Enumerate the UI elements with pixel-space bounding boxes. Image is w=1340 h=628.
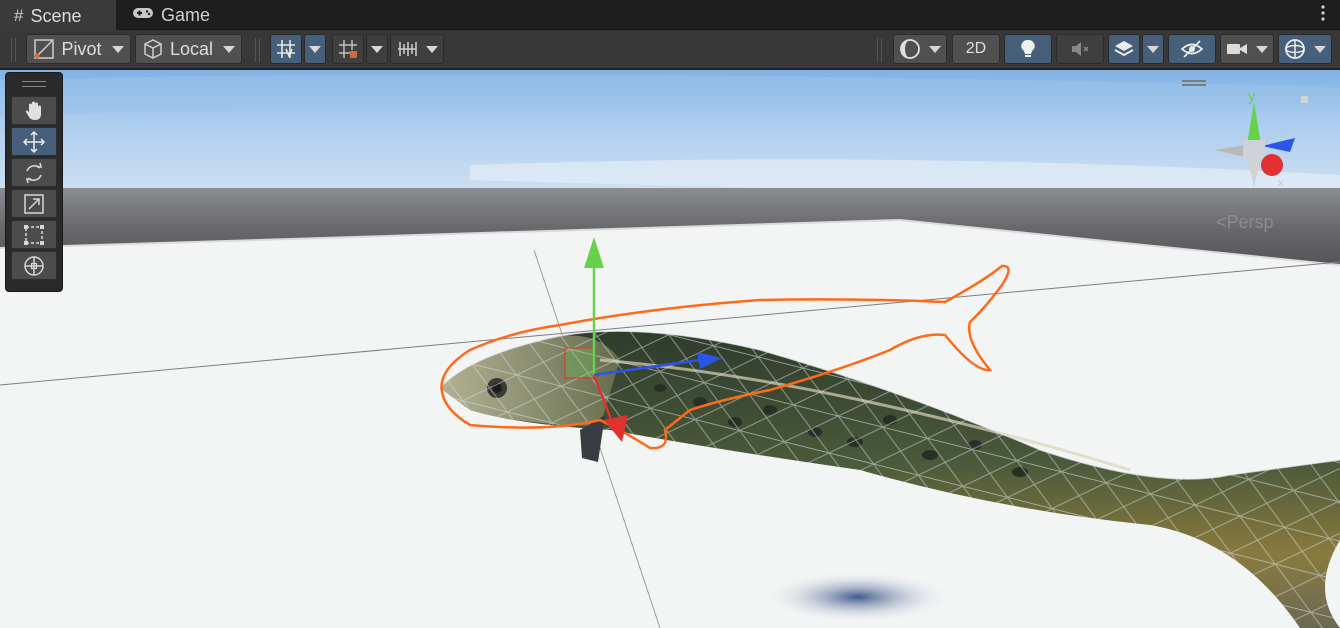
mode-2d-label: 2D — [965, 40, 987, 57]
chevron-down-icon — [426, 45, 438, 53]
chevron-down-icon — [111, 45, 124, 53]
tab-scene-label: Scene — [30, 5, 82, 26]
grid-hash-icon: # — [14, 6, 24, 25]
tab-game[interactable]: Game — [128, 0, 238, 30]
gizmo-axis-x-label: x — [1278, 177, 1284, 189]
tab-more-menu-icon[interactable] — [1320, 5, 1326, 21]
scene-render[interactable]: y x — [0, 70, 1340, 628]
effects-dropdown[interactable] — [1142, 34, 1164, 64]
gizmo-drag-handle[interactable] — [1182, 80, 1206, 86]
effects-toggle[interactable] — [1108, 34, 1140, 64]
chevron-down-icon — [1314, 45, 1326, 53]
grid-snapping-toggle[interactable] — [270, 34, 302, 64]
cube-local-icon — [144, 39, 162, 59]
audio-toggle[interactable] — [1056, 34, 1104, 64]
toolbar-grip[interactable] — [255, 38, 260, 62]
hand-icon — [25, 101, 41, 120]
hand-tool[interactable] — [11, 96, 57, 125]
camera-icon — [1227, 44, 1247, 54]
local-dropdown[interactable]: Local — [135, 34, 242, 64]
scene-viewport[interactable]: y x <Persp — [0, 70, 1340, 628]
increment-snap-icon — [339, 40, 357, 58]
gizmos-dropdown[interactable] — [1278, 34, 1332, 64]
scale-tool[interactable] — [11, 189, 57, 218]
tab-scene[interactable]: # Scene — [0, 0, 116, 30]
projection-toggle[interactable]: <Persp — [1216, 212, 1274, 233]
chevron-down-icon — [1256, 45, 1268, 53]
move-tool[interactable] — [11, 127, 57, 156]
rect-transform-icon — [24, 224, 44, 245]
toolbar-grip[interactable] — [11, 38, 16, 62]
gizmo-sphere-icon — [1285, 39, 1305, 59]
mode-2d-toggle[interactable]: 2D — [952, 34, 1000, 64]
gizmo-axis-y-label: y — [1248, 88, 1255, 104]
increment-snap-dropdown[interactable] — [366, 34, 388, 64]
increment-snap-toggle[interactable] — [332, 34, 364, 64]
tool-palette — [5, 72, 63, 292]
chevron-down-icon — [371, 45, 383, 53]
speaker-muted-icon — [1072, 42, 1089, 56]
scene-toolbar: Pivot Local 2D — [0, 30, 1340, 69]
camera-settings-dropdown[interactable] — [1220, 34, 1274, 64]
chevron-left-icon: < — [1216, 212, 1227, 232]
pivot-icon — [34, 39, 55, 59]
rotate-icon — [25, 162, 43, 183]
lightbulb-icon — [1021, 39, 1035, 57]
move-arrows-icon — [22, 130, 46, 153]
palette-drag-handle[interactable] — [22, 81, 46, 87]
chevron-down-icon — [1147, 45, 1159, 53]
grid-snapping-dropdown[interactable] — [304, 34, 326, 64]
draw-mode-dropdown[interactable] — [893, 34, 947, 64]
lock-icon[interactable] — [1301, 96, 1308, 103]
layers-effects-icon — [1114, 41, 1134, 57]
chevron-down-icon — [223, 45, 236, 53]
toolbar-grip[interactable] — [877, 38, 882, 62]
transform-icon — [24, 255, 44, 276]
grid-visibility-dropdown[interactable] — [390, 34, 444, 64]
lighting-toggle[interactable] — [1004, 34, 1052, 64]
projection-label: Persp — [1226, 212, 1274, 232]
eye-hidden-icon — [1180, 40, 1204, 58]
grid-snap-icon — [277, 40, 295, 59]
transform-tool[interactable] — [11, 251, 57, 280]
chevron-down-icon — [929, 45, 941, 53]
shaded-sphere-icon — [900, 39, 920, 59]
chevron-down-icon — [309, 45, 321, 53]
scene-visibility-toggle[interactable] — [1168, 34, 1216, 64]
scale-icon — [24, 193, 44, 214]
pivot-label: Pivot — [61, 38, 102, 59]
tab-game-label: Game — [161, 4, 211, 25]
editor-tab-bar: # Scene Game — [0, 0, 1340, 30]
pivot-dropdown[interactable]: Pivot — [26, 34, 131, 64]
gamepad-icon — [132, 5, 154, 25]
local-label: Local — [169, 38, 214, 59]
rect-tool[interactable] — [11, 220, 57, 249]
rotate-tool[interactable] — [11, 158, 57, 187]
grid-ruler-icon — [398, 42, 417, 56]
